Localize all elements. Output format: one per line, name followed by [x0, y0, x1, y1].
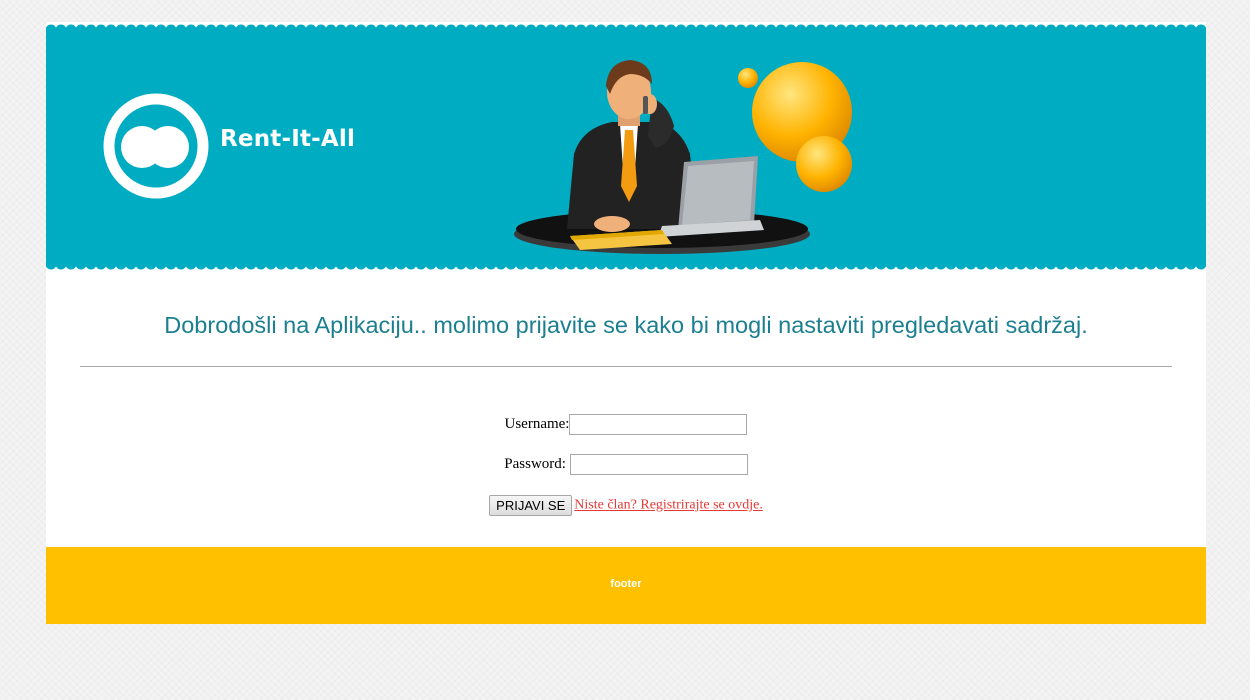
register-link[interactable]: Niste član? Registrirajte se ovdje. — [574, 498, 763, 513]
username-label: Username: — [504, 416, 570, 432]
thought-bubble-icon — [738, 62, 852, 192]
header-scallop-top — [46, 22, 1206, 30]
footer-text: footer — [610, 578, 642, 590]
logo-icon — [103, 93, 209, 199]
password-row: Password: — [46, 454, 1206, 475]
header-banner: Rent-It-All — [46, 22, 1206, 272]
footer: footer — [46, 547, 1206, 624]
password-label: Password: — [504, 456, 566, 472]
actions-row: PRIJAVI SE Niste član? Registrirajte se o… — [46, 495, 1206, 516]
username-row: Username: — [46, 414, 1206, 435]
username-input[interactable] — [569, 414, 748, 435]
welcome-message: Dobrodošli na Aplikaciju.. molimo prijav… — [164, 312, 1088, 338]
brand-name: Rent-It-All — [220, 126, 356, 152]
divider — [80, 366, 1172, 367]
page-container: Rent-It-All Dobrodošli na Aplikaciju.. m… — [46, 22, 1206, 624]
password-input[interactable] — [569, 454, 748, 475]
login-button[interactable]: PRIJAVI SE — [489, 495, 573, 516]
header-scallop-bottom — [46, 264, 1206, 272]
